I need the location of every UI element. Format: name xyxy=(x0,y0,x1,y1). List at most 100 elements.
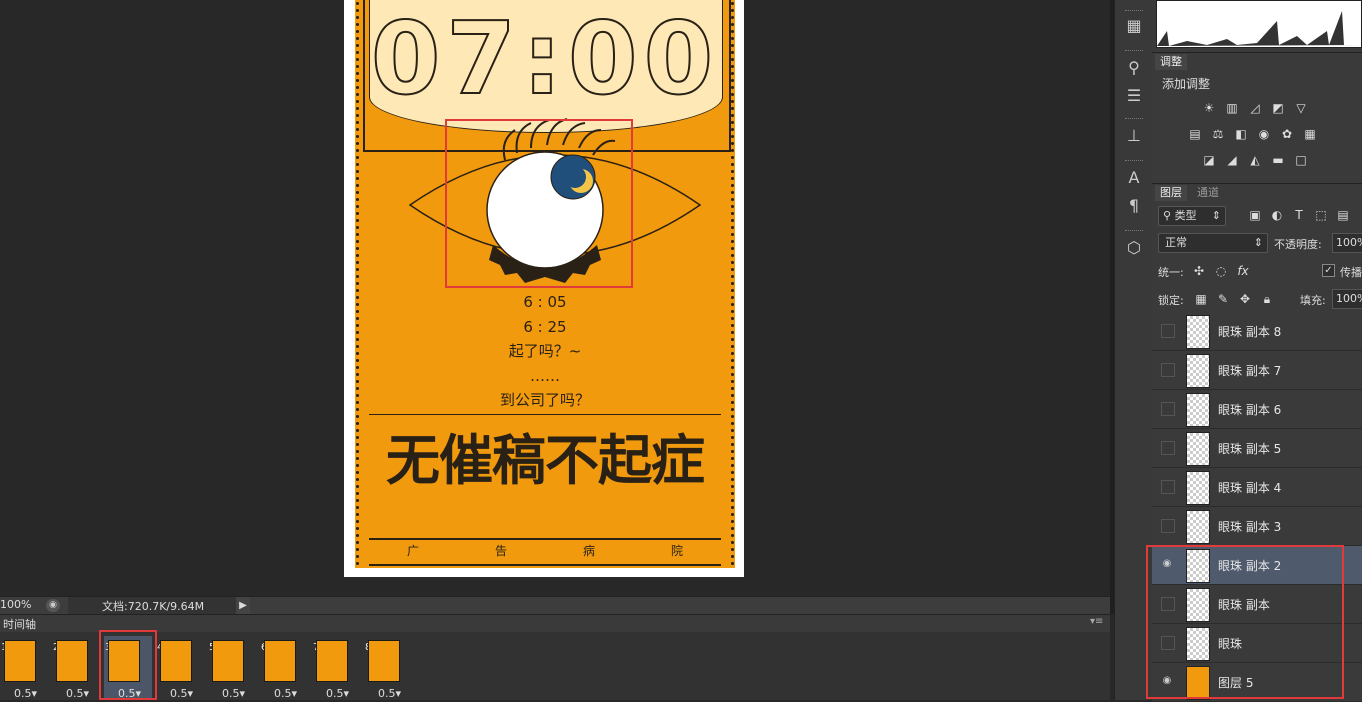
unify-style-icon[interactable]: fx xyxy=(1236,264,1250,278)
layer-row[interactable]: 眼珠 副本 3 xyxy=(1152,507,1362,546)
timeline-frame[interactable]: 1 0.5▾ xyxy=(0,636,48,700)
info-panel-icon[interactable]: ▦ xyxy=(1124,16,1144,36)
timeline-frame[interactable]: 4 0.5▾ xyxy=(156,636,204,700)
frame-delay[interactable]: 0.5▾ xyxy=(326,687,349,700)
visibility-toggle[interactable] xyxy=(1161,441,1175,455)
brightness-icon[interactable]: ☀ xyxy=(1202,101,1216,115)
tab-adjustments[interactable]: 调整 xyxy=(1155,54,1187,70)
panel-menu-icon[interactable]: ▾≡ xyxy=(1090,616,1103,627)
canvas-area[interactable]: 07:00 6 : 05 6 : 25 起了吗？~ …… 到公司了吗？ 无催稿不… xyxy=(0,0,1110,596)
filter-type-label: 类型 xyxy=(1174,209,1197,222)
levels-icon[interactable]: ▥ xyxy=(1225,101,1239,115)
visibility-toggle[interactable] xyxy=(1161,324,1175,338)
threshold-icon[interactable]: ◭ xyxy=(1248,153,1262,167)
propagate-label: 传播 xyxy=(1340,266,1362,279)
timeline-frame[interactable]: 5 0.5▾ xyxy=(208,636,256,700)
color-lookup-icon[interactable]: ▦ xyxy=(1303,127,1317,141)
unify-label: 统一: xyxy=(1158,266,1184,279)
tab-channels[interactable]: 通道 xyxy=(1192,185,1224,201)
layer-name: 眼珠 副本 8 xyxy=(1218,325,1282,339)
frame-thumbnail[interactable] xyxy=(212,640,244,682)
poster-footer-char: 广 xyxy=(406,544,419,558)
layer-thumbnail xyxy=(1186,354,1210,388)
blend-mode-select[interactable]: 正常 ⇕ xyxy=(1158,233,1268,253)
filter-adjustment-icon[interactable]: ◐ xyxy=(1270,208,1284,222)
frame-delay[interactable]: 0.5▾ xyxy=(274,687,297,700)
poster-line-2: 6 : 25 xyxy=(523,317,567,336)
timeline-frame[interactable]: 2 0.5▾ xyxy=(52,636,100,700)
timeline-frame[interactable]: 7 0.5▾ xyxy=(312,636,360,700)
frame-delay[interactable]: 0.5▾ xyxy=(170,687,193,700)
timeline-frame[interactable]: 8 0.5▾ xyxy=(364,636,412,700)
selective-color-icon[interactable]: □ xyxy=(1294,153,1308,167)
3d-panel-icon[interactable]: ⬡ xyxy=(1124,238,1144,258)
frame-delay[interactable]: 0.5▾ xyxy=(378,687,401,700)
color-balance-icon[interactable]: ⚖ xyxy=(1211,127,1225,141)
frame-thumbnail[interactable] xyxy=(368,640,400,682)
layer-row[interactable]: 眼珠 副本 4 xyxy=(1152,468,1362,507)
fill-input[interactable]: 100% xyxy=(1332,289,1362,309)
layer-filter-select[interactable]: ⚲ 类型 ⇕ xyxy=(1158,206,1226,226)
tool-presets-icon[interactable]: ☰ xyxy=(1124,86,1144,106)
frame-thumbnail[interactable] xyxy=(4,640,36,682)
filter-pixel-icon[interactable]: ▣ xyxy=(1248,208,1262,222)
poster-footer: 广 告 病 院 xyxy=(369,542,721,559)
opacity-input[interactable]: 100% xyxy=(1332,233,1362,253)
propagate-checkbox[interactable]: ✓ xyxy=(1322,264,1335,277)
clone-source-icon[interactable]: ⊥ xyxy=(1124,126,1144,146)
frame-delay[interactable]: 0.5▾ xyxy=(222,687,245,700)
layer-row[interactable]: 眼珠 副本 5 xyxy=(1152,429,1362,468)
invert-icon[interactable]: ◪ xyxy=(1202,153,1216,167)
grip-handle[interactable] xyxy=(1125,50,1143,53)
layer-row[interactable]: 眼珠 副本 6 xyxy=(1152,390,1362,429)
visibility-toggle[interactable] xyxy=(1161,402,1175,416)
exposure-icon[interactable]: ◩ xyxy=(1271,101,1285,115)
frame-thumbnail[interactable] xyxy=(316,640,348,682)
gradient-map-icon[interactable]: ▬ xyxy=(1271,153,1285,167)
status-menu-arrow-icon[interactable]: ▶ xyxy=(236,597,250,614)
tab-layers[interactable]: 图层 xyxy=(1155,185,1187,201)
unify-position-icon[interactable]: ✣ xyxy=(1192,264,1206,278)
opacity-label: 不透明度: xyxy=(1274,238,1322,251)
black-white-icon[interactable]: ◧ xyxy=(1234,127,1248,141)
lock-position-icon[interactable]: ✥ xyxy=(1238,292,1252,306)
grip-handle[interactable] xyxy=(1125,10,1143,13)
frame-thumbnail[interactable] xyxy=(264,640,296,682)
filter-smart-object-icon[interactable]: ▤ xyxy=(1336,208,1350,222)
right-panel-dock: 调整 添加调整 ☀ ▥ ◿ ◩ ▽ ▤ ⚖ ◧ ◉ ✿ ▦ ◪ ◢ ◭ ▬ □ … xyxy=(1146,0,1362,702)
frame-delay[interactable]: 0.5▾ xyxy=(14,687,37,700)
brush-presets-icon[interactable]: ⚲ xyxy=(1124,58,1144,78)
timeline-frame[interactable]: 6 0.5▾ xyxy=(260,636,308,700)
layer-row[interactable]: 眼珠 副本 7 xyxy=(1152,351,1362,390)
filter-shape-icon[interactable]: ⬚ xyxy=(1314,208,1328,222)
posterize-icon[interactable]: ◢ xyxy=(1225,153,1239,167)
paragraph-panel-icon[interactable]: ¶ xyxy=(1124,196,1144,216)
zoom-level[interactable]: 100% xyxy=(0,598,31,611)
character-panel-icon[interactable]: A xyxy=(1124,168,1144,188)
frame-thumbnail[interactable] xyxy=(160,640,192,682)
visibility-toggle[interactable] xyxy=(1161,363,1175,377)
lock-all-icon[interactable]: 🔒︎ xyxy=(1260,292,1274,306)
visibility-toggle[interactable] xyxy=(1161,519,1175,533)
grip-handle[interactable] xyxy=(1125,160,1143,163)
timeline-title[interactable]: 时间轴 xyxy=(3,616,36,632)
layer-row[interactable]: 眼珠 副本 8 xyxy=(1152,312,1362,351)
grip-handle[interactable] xyxy=(1125,118,1143,121)
channel-mixer-icon[interactable]: ✿ xyxy=(1280,127,1294,141)
poster-footer-char: 院 xyxy=(670,544,683,558)
lock-transparent-icon[interactable]: ▦ xyxy=(1194,292,1208,306)
grip-handle[interactable] xyxy=(1125,230,1143,233)
curves-icon[interactable]: ◿ xyxy=(1248,101,1262,115)
export-icon[interactable]: ◉ xyxy=(46,599,60,612)
unify-visibility-icon[interactable]: ◌ xyxy=(1214,264,1228,278)
vibrance-icon[interactable]: ▽ xyxy=(1294,101,1308,115)
hue-saturation-icon[interactable]: ▤ xyxy=(1188,127,1202,141)
frame-delay[interactable]: 0.5▾ xyxy=(66,687,89,700)
filter-type-icon[interactable]: T xyxy=(1292,208,1306,222)
add-adjustment-label: 添加调整 xyxy=(1162,77,1211,91)
visibility-toggle[interactable] xyxy=(1161,480,1175,494)
status-bar: 100% ◉ 文档:720.7K/9.64M ▶ xyxy=(0,596,1110,615)
frame-thumbnail[interactable] xyxy=(56,640,88,682)
photo-filter-icon[interactable]: ◉ xyxy=(1257,127,1271,141)
lock-paint-icon[interactable]: ✎ xyxy=(1216,292,1230,306)
